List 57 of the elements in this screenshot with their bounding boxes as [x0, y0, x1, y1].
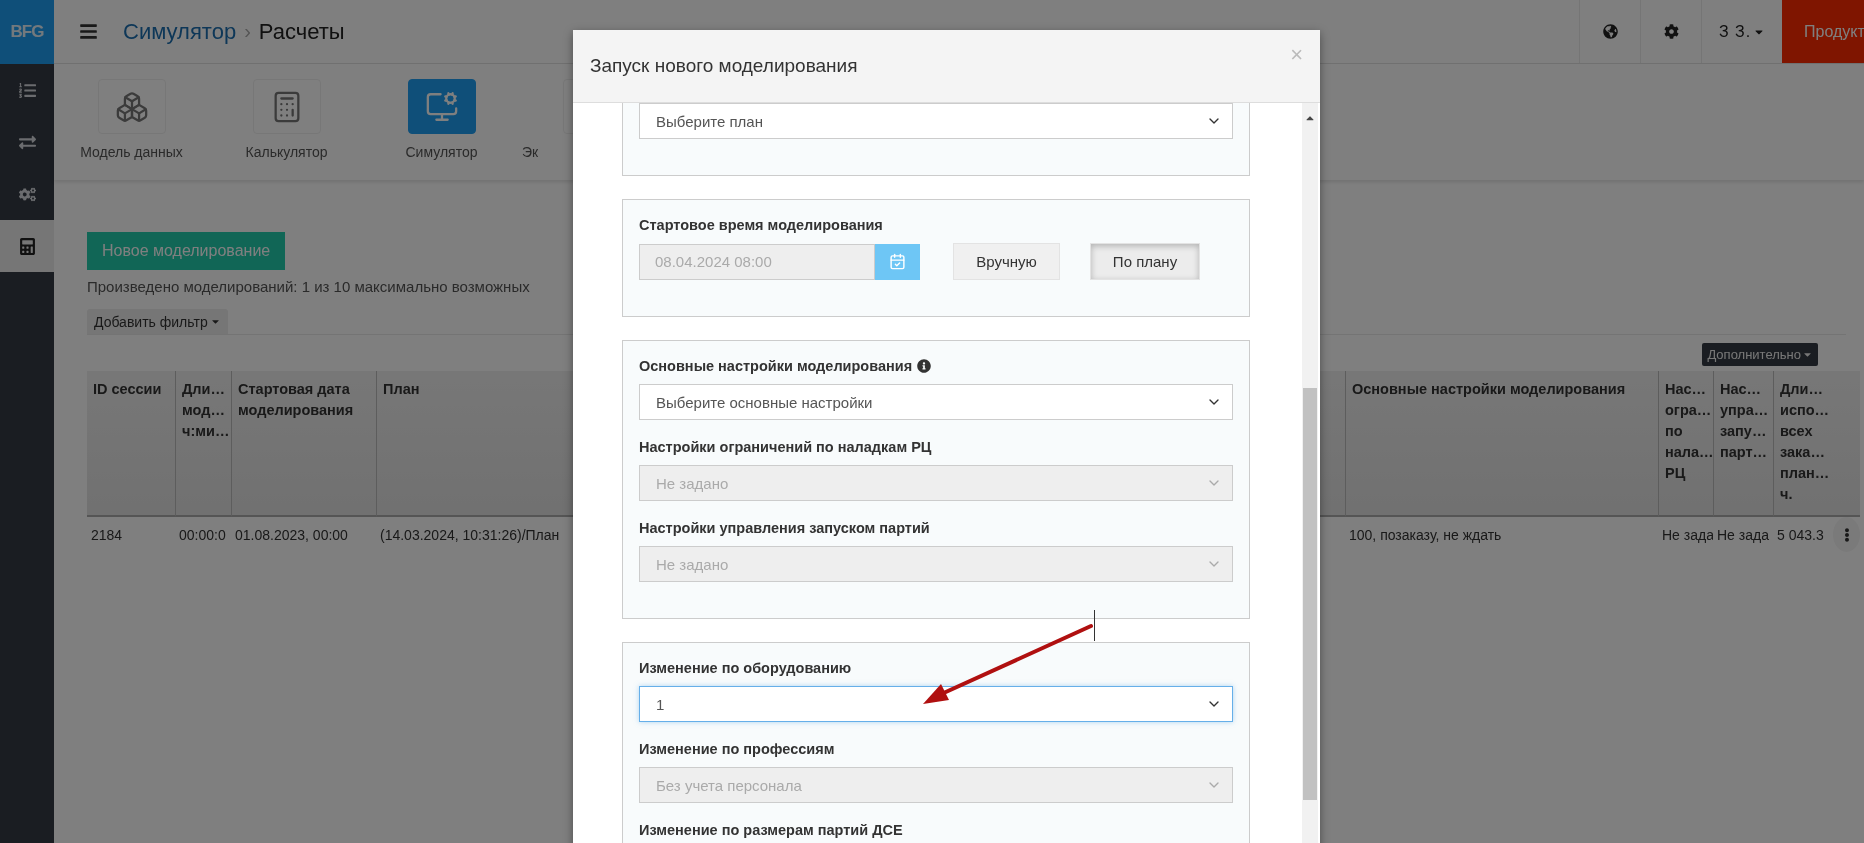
breadcrumb-link[interactable]: Симулятор [123, 18, 237, 45]
table-cell-text: 2184 [90, 525, 124, 545]
calendar-icon [889, 253, 906, 270]
globe-icon[interactable] [1602, 24, 1618, 39]
column-header: Основные настройки моделирования [1345, 371, 1658, 517]
simulation-count-text: Произведено моделирований: 1 из 10 максимально возможных [87, 278, 531, 295]
table-cell-text: 100, позаказу, не ждать [1348, 525, 1503, 545]
modal-title: Запуск нового моделирования [590, 55, 858, 77]
monitor-icon [424, 89, 459, 124]
column-header: Дли… испо… всех зака… план… ч. [1773, 371, 1833, 517]
new-simulation-button[interactable]: Новое моделирование [87, 232, 286, 270]
module-label: Модель данных [80, 144, 183, 160]
column-header: План [376, 371, 573, 517]
module-label: Симулятор [405, 144, 478, 160]
info-icon[interactable] [917, 359, 932, 373]
column-header: Дли… мод… ч:ми… [175, 371, 231, 517]
select-field[interactable]: Выберите основные настройки [639, 384, 1233, 420]
column-header: Нас… огра… по нала… РЦ [1658, 371, 1713, 517]
add-filter-button[interactable]: Добавить фильтр [87, 309, 228, 334]
products-button[interactable]: Продукт [1782, 0, 1864, 63]
gears-icon [18, 185, 36, 203]
table-cell-text: Не зада [1716, 525, 1770, 545]
more-dropdown-button[interactable]: Дополнительно [1702, 343, 1818, 366]
column-header: Нас… упра… запу… парт… [1713, 371, 1773, 517]
select-field[interactable]: 1 [639, 686, 1233, 722]
menu-icon[interactable] [79, 22, 98, 41]
table-cell-text: 5 043.3 [1776, 525, 1825, 545]
kebab-menu-icon[interactable] [1833, 517, 1860, 552]
breadcrumb-separator: › [244, 20, 251, 43]
page-title: Расчеты [258, 18, 345, 45]
field-label: Настройки управления запуском партий [639, 519, 931, 537]
field-label: Изменение по оборудованию [639, 659, 853, 677]
module-tile[interactable] [407, 79, 476, 134]
calculator-icon [18, 237, 36, 255]
field-label: Изменение по размерам партий ДСЕ [639, 821, 904, 839]
table-cell-text: 01.08.2023, 00:00 [234, 525, 349, 545]
module-label: Эк [521, 144, 539, 160]
scrollbar[interactable] [1302, 103, 1318, 843]
field-label: Основные настройки моделирования [639, 357, 1233, 375]
settings-icon[interactable] [1663, 24, 1679, 39]
text-cursor-icon [1094, 610, 1095, 641]
sidebar-item[interactable] [0, 220, 54, 272]
logo[interactable]: BFG [0, 0, 54, 64]
calendar-button[interactable] [875, 243, 920, 280]
numbered-list-icon [18, 81, 36, 99]
arrows-icon [18, 133, 36, 151]
field-label: Стартовое время моделирования [639, 216, 884, 234]
cubes-icon [114, 89, 149, 124]
close-button[interactable]: × [1290, 42, 1303, 68]
select-field[interactable]: Выберите план [639, 103, 1233, 139]
table-cell-text: (14.03.2024, 10:31:26)/План [379, 525, 561, 545]
column-header: Стартовая дата моделирования [231, 371, 376, 517]
field-label: Настройки ограничений по наладкам РЦ [639, 438, 933, 456]
field-label: Изменение по профессиям [639, 740, 836, 758]
table-cell-text: 00:00:0 [178, 525, 227, 545]
column-header: ID сессии [87, 371, 175, 517]
module-label: Калькулятор [245, 144, 328, 160]
